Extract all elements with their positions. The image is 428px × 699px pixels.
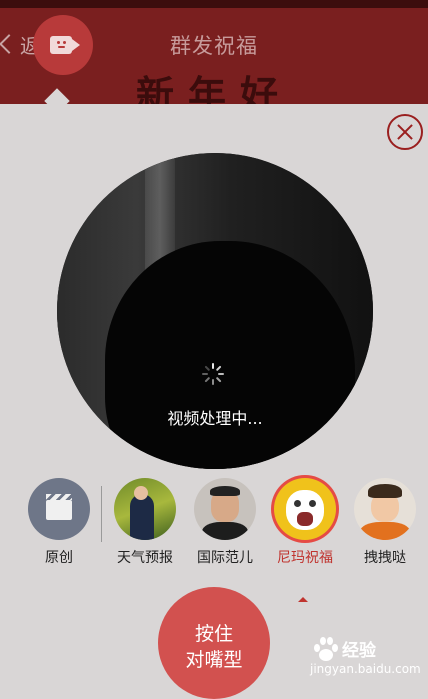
filter-label: 原创 [45,550,73,566]
loading-spinner-icon [202,363,224,385]
record-label-line1: 按住 [194,623,233,645]
weather-presenter-avatar [114,478,176,540]
filter-label: 国际范儿 [197,550,253,566]
filter-label: 天气预报 [117,550,173,566]
record-label-line2: 对嘴型 [185,649,243,671]
filter-item-zhuai[interactable]: 拽拽哒 [350,478,420,567]
watermark-url: jingyan.baidu.com [310,662,421,676]
boy-portrait-avatar [354,478,416,540]
clapperboard-icon [28,478,90,540]
filter-item-international[interactable]: 国际范儿 [190,478,260,567]
status-bar [0,0,428,8]
filter-item-weather[interactable]: 天气预报 [110,478,180,567]
filter-item-original[interactable]: 原创 [24,478,94,567]
filter-item-nima[interactable]: 尼玛祝福 [270,478,340,567]
banner-text: 新年好 [136,72,293,104]
selected-indicator-icon [298,597,308,602]
baidu-paw-icon [312,636,338,662]
camera-lens-shape [72,39,80,51]
hold-to-record-button[interactable]: 按住 对嘴型 [158,587,270,699]
smile-face-icon [55,41,67,48]
man-portrait-avatar [194,478,256,540]
video-preview: 视频处理中... [57,153,373,469]
filter-label: 尼玛祝福 [277,550,333,566]
filter-divider [101,486,102,542]
close-button[interactable] [387,114,423,150]
nima-cartoon-avatar [274,478,336,540]
video-camera-button[interactable] [33,15,93,75]
filter-label: 拽拽哒 [364,550,406,566]
watermark-brand: 经验 [342,641,376,661]
filter-strip: 原创 天气预报 国际范儿 尼玛祝福 拽拽哒 [0,478,428,578]
processing-status: 视频处理中... [167,409,263,428]
watermark: 经验 jingyan.baidu.com [310,634,422,678]
